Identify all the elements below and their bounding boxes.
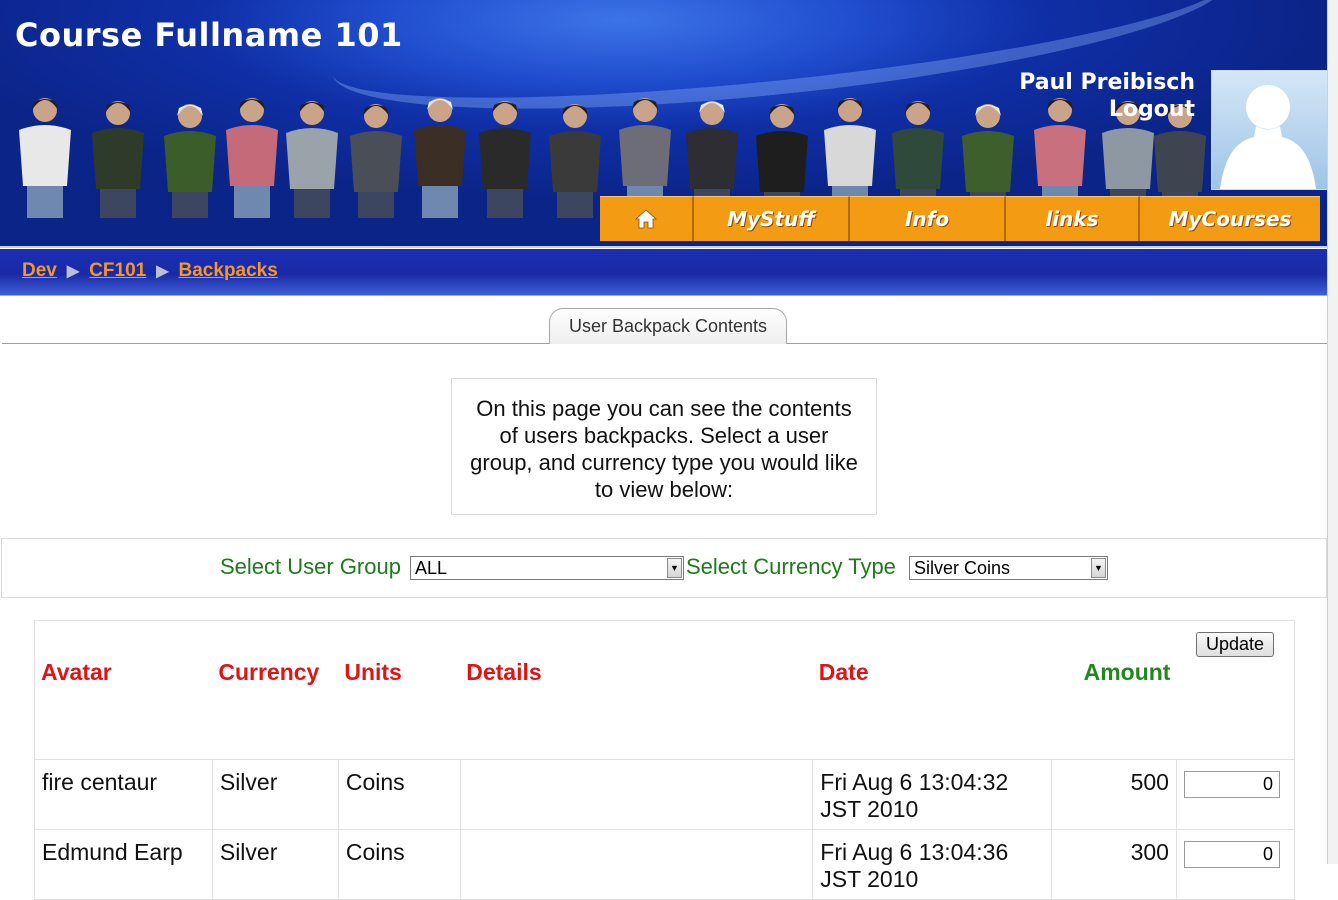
main-nav: MyStuff Info links MyCourses — [600, 196, 1320, 241]
currency-cell: Silver — [211, 829, 339, 900]
avatar-figure — [164, 104, 216, 218]
site-header: Course Fullname 101 Paul Preibisch Logou… — [0, 0, 1329, 248]
table-header-row: Avatar Currency Units Details Date Amoun… — [34, 620, 1295, 760]
user-group-value: ALL — [415, 558, 448, 578]
currency-cell: Silver — [211, 759, 339, 830]
breadcrumb: Dev ▶ CF101 ▶ Backpacks — [22, 260, 278, 282]
header-units: Units — [344, 659, 402, 685]
currency-type-label: Select Currency Type — [686, 554, 896, 579]
avatar-figure — [19, 98, 71, 218]
amount-cell: 500 — [1051, 759, 1177, 830]
breadcrumb-backpacks-link[interactable]: Backpacks — [179, 260, 278, 281]
breadcrumb-cf101-link[interactable]: CF101 — [89, 260, 146, 281]
tab-user-backpack-contents[interactable]: User Backpack Contents — [549, 308, 787, 344]
date-cell: Fri Aug 6 13:04:36 JST 2010 — [812, 829, 1053, 900]
logout-link[interactable]: Logout — [1109, 97, 1195, 122]
avatar-figure — [549, 104, 601, 218]
chevron-down-icon[interactable]: ▼ — [667, 558, 682, 578]
avatar-cell: fire centaur — [34, 759, 213, 830]
avatar-figure — [350, 104, 402, 218]
header-details: Details — [466, 659, 542, 685]
breadcrumb-separator-icon: ▶ — [66, 263, 80, 280]
nav-home-button[interactable] — [600, 196, 694, 241]
currency-type-select[interactable]: Silver Coins ▼ — [909, 556, 1108, 580]
scrollbar[interactable] — [1327, 0, 1338, 864]
units-cell: Coins — [337, 829, 461, 900]
backpack-table: Avatar Currency Units Details Date Amoun… — [34, 620, 1296, 900]
avatar-figure — [92, 101, 144, 218]
table-row: Edmund Earp Silver Coins Fri Aug 6 13:04… — [34, 829, 1296, 900]
user-silhouette-icon — [1220, 85, 1316, 189]
nav-info-button[interactable]: Info — [850, 196, 1006, 241]
update-button[interactable]: Update — [1196, 632, 1274, 657]
table-row: fire centaur Silver Coins Fri Aug 6 13:0… — [34, 759, 1296, 830]
date-cell: Fri Aug 6 13:04:32 JST 2010 — [812, 759, 1053, 830]
home-icon — [635, 209, 657, 229]
chevron-down-icon[interactable]: ▼ — [1091, 558, 1106, 578]
user-avatar[interactable] — [1211, 70, 1327, 190]
header-avatar: Avatar — [41, 659, 112, 685]
course-title: Course Fullname 101 — [15, 16, 403, 54]
avatar-figure — [414, 98, 466, 218]
nav-mycourses-button[interactable]: MyCourses — [1140, 196, 1320, 241]
details-cell — [459, 759, 814, 830]
nav-mystuff-button[interactable]: MyStuff — [694, 196, 850, 241]
header-amount: Amount — [1083, 659, 1171, 685]
currency-type-value: Silver Coins — [914, 558, 1011, 578]
amount-input-cell — [1175, 829, 1296, 900]
user-group-label: Select User Group — [220, 554, 401, 579]
units-cell: Coins — [337, 759, 461, 830]
breadcrumb-separator-icon: ▶ — [156, 263, 169, 280]
details-cell — [459, 829, 814, 900]
breadcrumb-dev-link[interactable]: Dev — [22, 260, 57, 281]
user-name-link[interactable]: Paul Preibisch — [1019, 70, 1195, 95]
avatar-figure — [479, 101, 531, 218]
nav-links-button[interactable]: links — [1006, 196, 1140, 241]
info-text: On this page you can see the contents of… — [451, 378, 877, 515]
filter-row: Select User Group ALL ▼ Select Currency … — [1, 538, 1327, 598]
avatar-figure — [286, 101, 338, 218]
header-date: Date — [818, 659, 869, 685]
amount-input[interactable] — [1183, 771, 1280, 798]
avatar-cell: Edmund Earp — [34, 829, 213, 900]
user-group-select[interactable]: ALL ▼ — [410, 556, 684, 580]
avatar-figure — [226, 98, 278, 218]
amount-input-cell — [1175, 759, 1296, 830]
breadcrumb-bar: Dev ▶ CF101 ▶ Backpacks — [0, 249, 1327, 296]
header-currency: Currency — [218, 659, 320, 685]
amount-cell: 300 — [1051, 829, 1177, 900]
